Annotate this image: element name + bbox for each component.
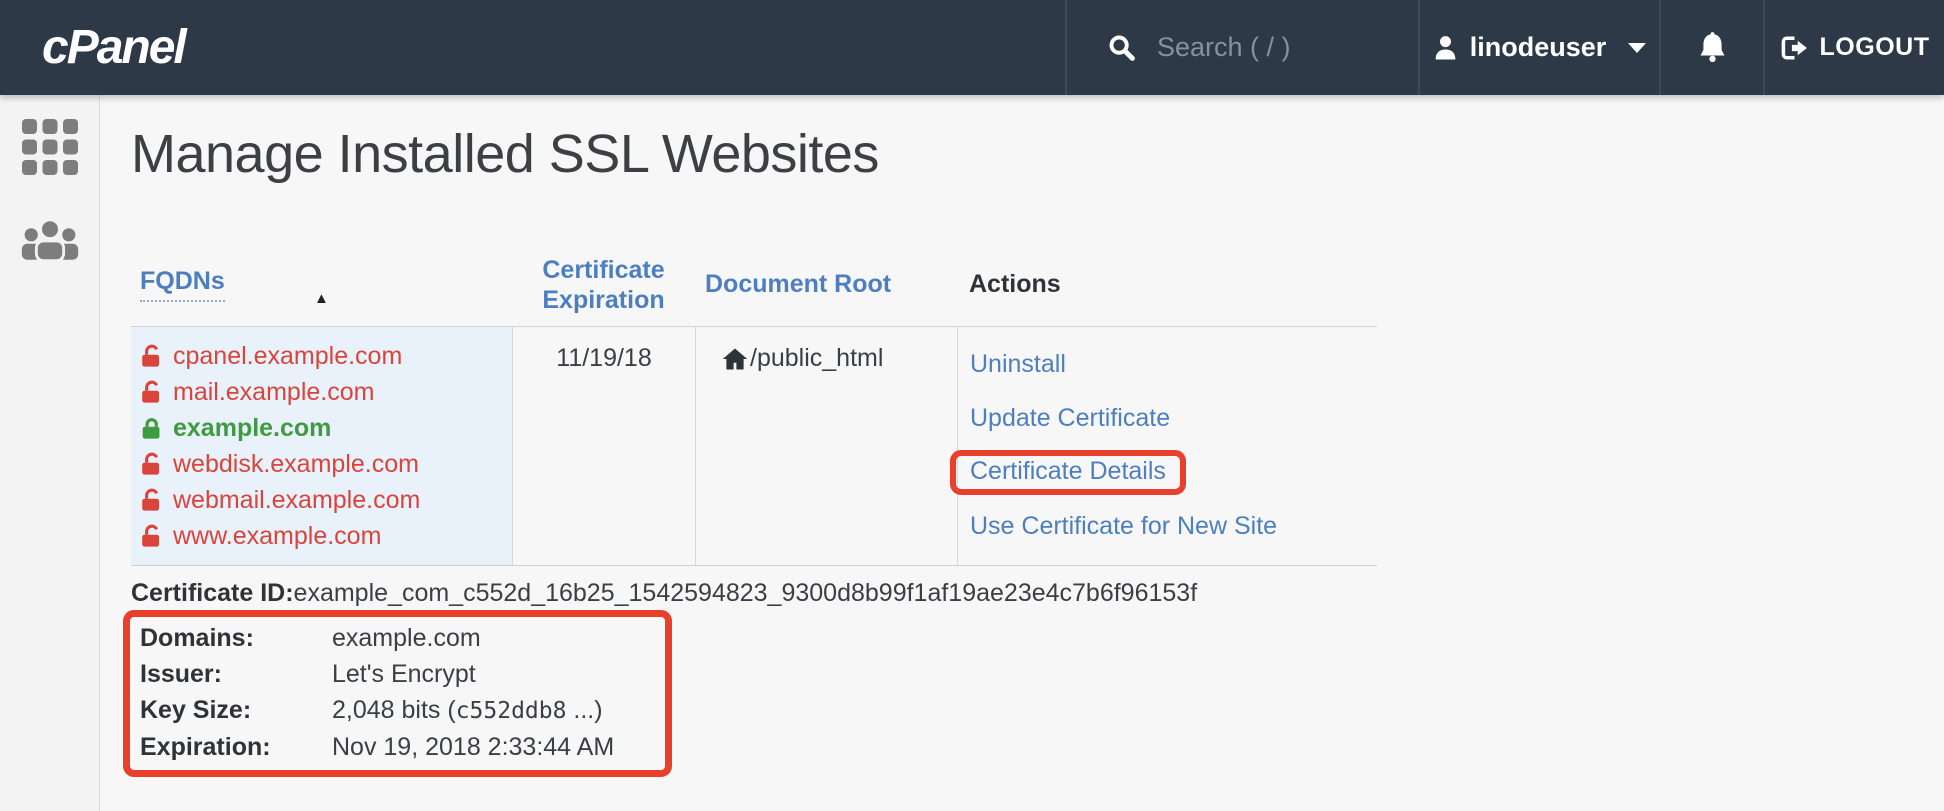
fqdn-item: webdisk.example.com: [140, 446, 512, 482]
chevron-down-icon: [1628, 43, 1646, 53]
sidebar-item-tools[interactable]: [22, 119, 78, 175]
certificate-details-link[interactable]: Certificate Details: [970, 457, 1166, 486]
lock-open-icon: [140, 451, 163, 478]
apps-grid-icon: [22, 162, 78, 179]
issuer-label: Issuer:: [140, 656, 332, 692]
certificate-id-label: Certificate ID:: [131, 579, 294, 607]
bell-icon: [1697, 31, 1728, 64]
annotation-box-certificate-summary: Domains: example.com Issuer: Let's Encry…: [123, 610, 672, 777]
table-header-row: FQDNs Certificate Expiration Document Ro…: [131, 243, 1377, 327]
cpanel-logo[interactable]: cPanel: [0, 0, 185, 95]
logout-label: LOGOUT: [1820, 33, 1930, 62]
home-icon: [722, 347, 748, 371]
lock-open-icon: [140, 487, 163, 514]
fqdn-item: mail.example.com: [140, 374, 512, 410]
key-id-mono: c552ddb8: [456, 698, 567, 724]
search-input[interactable]: [1157, 32, 1387, 63]
certificate-id-value: example_com_c552d_16b25_1542594823_9300d…: [294, 579, 1198, 607]
document-root-cell: /public_html: [695, 327, 957, 565]
sort-ascending-icon[interactable]: ▲: [314, 291, 329, 306]
column-header-actions: Actions: [957, 243, 1377, 326]
detail-row-domains: Domains: example.com: [140, 620, 665, 656]
sidebar-item-user-manager[interactable]: [19, 217, 81, 263]
fqdn-item: example.com: [140, 410, 512, 446]
user-icon: [1433, 34, 1458, 61]
logout-icon: [1780, 35, 1809, 61]
column-header-certificate-expiration[interactable]: Certificate Expiration: [512, 243, 695, 326]
column-header-fqdns[interactable]: FQDNs: [131, 243, 512, 326]
domains-label: Domains:: [140, 620, 332, 656]
ssl-websites-table: FQDNs Certificate Expiration Document Ro…: [131, 243, 1377, 566]
user-manager-icon: [19, 250, 81, 267]
top-navbar: cPanel linodeuser LOGOUT: [0, 0, 1944, 95]
table-row: cpanel.example.com mail.example.com exam…: [131, 327, 1377, 566]
user-menu[interactable]: linodeuser: [1418, 0, 1659, 95]
certificate-id-line: Certificate ID:example_com_c552d_16b25_1…: [131, 579, 1944, 608]
detail-row-key-size: Key Size: 2,048 bits (c552ddb8 ...): [140, 692, 665, 729]
page-title: Manage Installed SSL Websites: [131, 123, 1944, 185]
search-section: [1065, 0, 1418, 95]
expiration-date: 11/19/18: [556, 344, 651, 372]
document-root-header-label: Document Root: [705, 270, 891, 299]
fqdn-item: webmail.example.com: [140, 482, 512, 518]
fqdns-header-label: FQDNs: [140, 267, 225, 302]
update-certificate-link[interactable]: Update Certificate: [970, 404, 1170, 433]
actions-cell: Uninstall Update Certificate Certificate…: [957, 327, 1377, 565]
use-certificate-for-new-site-link[interactable]: Use Certificate for New Site: [970, 512, 1277, 541]
annotation-box-certificate-details: Certificate Details: [950, 450, 1186, 495]
lock-open-icon: [140, 343, 163, 370]
username-label: linodeuser: [1470, 32, 1607, 63]
key-size-label: Key Size:: [140, 692, 332, 729]
expiration-header-label: Certificate Expiration: [536, 255, 671, 315]
detail-row-issuer: Issuer: Let's Encrypt: [140, 656, 665, 692]
logout-button[interactable]: LOGOUT: [1763, 0, 1944, 95]
expiration-label: Expiration:: [140, 729, 332, 765]
document-root-path: /public_html: [750, 344, 883, 373]
uninstall-link[interactable]: Uninstall: [970, 350, 1066, 379]
certificate-expiration-cell: 11/19/18: [512, 327, 695, 565]
lock-closed-icon: [140, 415, 163, 442]
sidebar: [0, 95, 100, 811]
actions-header-label: Actions: [969, 270, 1061, 299]
lock-open-icon: [140, 379, 163, 406]
navbar-right-group: linodeuser LOGOUT: [1065, 0, 1944, 95]
column-header-document-root[interactable]: Document Root: [695, 243, 957, 326]
main-content: Manage Installed SSL Websites FQDNs Cert…: [101, 95, 1944, 811]
domains-value: example.com: [332, 620, 481, 656]
fqdns-cell: cpanel.example.com mail.example.com exam…: [131, 327, 512, 565]
fqdn-item: www.example.com: [140, 518, 512, 554]
lock-open-icon: [140, 523, 163, 550]
expiration-value: Nov 19, 2018 2:33:44 AM: [332, 729, 614, 765]
issuer-value: Let's Encrypt: [332, 656, 476, 692]
search-icon: [1107, 33, 1137, 63]
detail-row-expiration: Expiration: Nov 19, 2018 2:33:44 AM: [140, 729, 665, 765]
key-size-value: 2,048 bits (c552ddb8 ...): [332, 692, 603, 729]
fqdn-item: cpanel.example.com: [140, 338, 512, 374]
notifications-button[interactable]: [1659, 0, 1763, 95]
